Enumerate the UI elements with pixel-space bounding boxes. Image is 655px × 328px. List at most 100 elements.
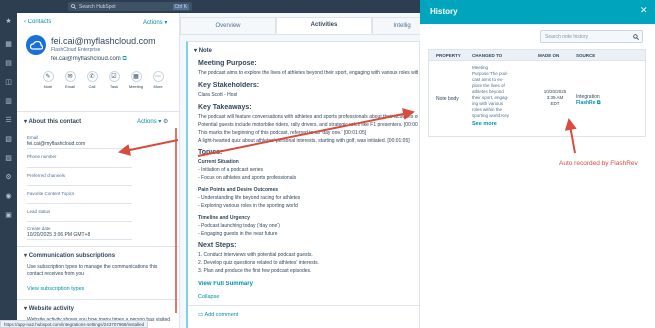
column-header-made-on: MADE ON [538,53,560,58]
note-heading: Next Steps: [198,242,237,249]
flashrev-source-link[interactable]: FlashRe ⧉ [576,100,636,106]
note-line: The podcast will feature conversations w… [198,114,418,120]
collapse-link[interactable]: Collapse [198,294,219,300]
note-card: ▾ Note Meeting Purpose: The podcast aims… [186,41,420,328]
close-icon[interactable]: ✕ [640,5,648,16]
field-lead-status-input[interactable] [27,221,132,222]
quick-action-task[interactable]: ☑ Task [104,71,124,89]
column-header-property: PROPERTY [436,53,461,58]
contact-actions-button[interactable]: Actions ▾ [143,19,167,26]
quick-action-more[interactable]: ⋯ More [148,71,168,89]
cloud-logo-icon [29,40,43,50]
sales-icon[interactable]: ▥ [4,98,13,105]
field-label-channels: Preferred channels [27,173,66,178]
column-header-source: SOURCE [576,53,596,58]
note-heading: Meeting Purpose: [198,60,257,67]
field-label-create-date: Create date [27,226,51,231]
contacts-icon[interactable]: ▤ [4,60,13,67]
field-underline [27,239,132,240]
history-title: History [430,7,458,16]
quick-action-email[interactable]: ✉ Email [60,71,80,89]
email-icon: ✉ [64,71,76,82]
view-full-summary-link[interactable]: View Full Summary [198,281,253,287]
note-icon: ✎ [42,71,54,82]
website-activity-section-toggle[interactable]: ▾ Website activity [24,305,74,312]
automation-icon[interactable]: ⚙ [4,174,13,181]
content-icon[interactable]: ▧ [4,136,13,143]
topic-line: - Engaging guests in the near future [198,231,278,237]
history-table-header: PROPERTY CHANGED TO MADE ON SOURCE [428,49,646,61]
record-tabs: Overview Activities Intellig [180,13,432,35]
contact-company: FlashCloud Enterprise [51,47,101,53]
reports-icon[interactable]: ▨ [4,155,13,162]
history-source: Integration FlashRe ⧉ [576,94,636,106]
library-icon[interactable]: ▣ [4,212,13,219]
field-label-lead-status: Lead status [27,209,51,214]
history-property: Note body [436,96,459,102]
topic-line: - Podcast launching today ('day one') [198,223,280,229]
history-panel: History ✕ Search note history PROPERTY C… [420,0,655,328]
search-icon [633,34,639,40]
note-line: A light-hearted quiz about athletes' per… [198,138,410,144]
back-to-contacts-link[interactable]: ‹ Contacts [24,19,51,25]
field-topics-input[interactable] [27,203,132,204]
note-heading: Key Stakeholders: [198,82,260,89]
avatar [26,35,46,55]
search-placeholder: Search HubSpot [79,3,116,10]
history-search-input[interactable]: Search note history [540,30,643,43]
view-subscription-types-link[interactable]: View subscription types [27,286,84,292]
column-header-changed-to: CHANGED TO [472,53,503,58]
topic-title: Current Situation [198,159,239,165]
note-line: The podcast aims to explore the lives of… [198,70,418,76]
search-icon [71,4,76,9]
marketing-icon[interactable]: ◫ [4,79,13,86]
note-header[interactable]: ▾ Note [194,47,212,54]
field-phone-input[interactable] [27,167,132,168]
bookmark-icon[interactable]: ★ [4,18,13,25]
note-line: This marks the beginning of this podcast… [198,130,367,136]
field-underline [27,148,132,149]
add-comment-button[interactable]: ▭ Add comment [198,312,238,318]
about-actions-button[interactable]: Actions ▾ ⚙ [137,118,168,125]
divider [17,111,179,112]
history-made-on: 10/20/2025 3:39 AM EDT [543,89,567,106]
note-heading: Topics: [198,149,223,156]
about-section-toggle[interactable]: ▾ About this contact [24,118,81,125]
topic-title: Timeline and Urgency [198,215,250,221]
data-icon[interactable]: ◉ [4,193,13,200]
topic-line: - Focus on athletes and sports professio… [198,175,297,181]
contact-email: fei.cai@myflashcloud.com ⧉ [51,56,127,62]
note-heading: Key Takeaways: [198,104,252,111]
global-search[interactable]: Search HubSpot Ctrl K [68,2,192,11]
auto-recorded-annotation: Auto recorded by FlashRev [559,160,638,167]
tab-activities[interactable]: Activities [276,17,372,34]
quick-action-meeting[interactable]: ▦ Meeting [126,71,146,89]
home-icon[interactable]: ▦ [4,41,13,48]
contact-name: fei.cai@myflashcloud.com [51,36,156,46]
topic-title: Pain Points and Desire Outcomes [198,187,279,193]
history-changed-to: Meeting Purpose:The pod- cast aims to ex… [472,65,510,118]
table-row: Note body Meeting Purpose:The pod- cast … [428,61,646,137]
quick-action-call[interactable]: ✆ Call [82,71,102,89]
service-icon[interactable]: ☰ [4,117,13,124]
field-channels-input[interactable] [27,185,132,186]
field-value-create-date[interactable]: 10/20/2025 3:06 PM GMT+8 [27,232,90,238]
see-more-link[interactable]: See more [472,121,497,127]
note-line: Potential guests include motorbike rider… [198,122,418,128]
task-icon: ☑ [108,71,120,82]
external-link-icon: ⧉ [596,100,601,106]
communication-section-toggle[interactable]: ▾ Communication subscriptions [24,252,115,259]
quick-action-note[interactable]: ✎ Note [38,71,58,89]
field-value-email[interactable]: fei.cai@myflashcloud.com [27,141,85,147]
field-label-phone: Phone number [27,154,57,159]
next-step-line: 2. Develop quiz questions related to ath… [198,260,320,266]
field-label-email: Email [27,135,39,140]
search-shortcut: Ctrl K [172,3,189,10]
more-icon: ⋯ [152,71,164,82]
divider [17,299,179,300]
communication-description: Use subscription types to manage the com… [27,264,158,277]
calendar-icon: ▦ [130,71,142,82]
tab-overview[interactable]: Overview [180,17,276,34]
history-header: History ✕ [420,0,655,24]
next-step-line: 1. Conduct interviews with potential pod… [198,252,313,258]
